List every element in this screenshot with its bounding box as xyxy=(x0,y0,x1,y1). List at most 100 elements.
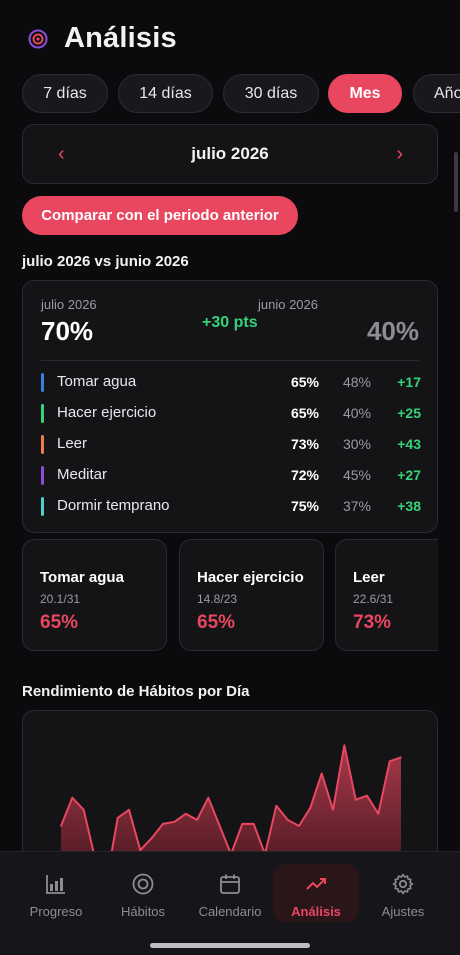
habit-previous-pct: 30% xyxy=(342,436,371,452)
habit-compare-row: Meditar 72% 45% +27 xyxy=(41,465,421,487)
habit-card[interactable]: Hacer ejercicio 14.8/23 65% xyxy=(179,539,324,651)
chart-point-day-18 xyxy=(252,823,255,825)
chip-7-dias[interactable]: 7 días xyxy=(22,74,108,113)
nav-label: Ajustes xyxy=(381,904,425,919)
chart-point-day-11 xyxy=(173,821,176,823)
chart-point-day-14 xyxy=(207,796,210,799)
habit-card[interactable]: Tomar agua 20.1/31 65% xyxy=(22,539,167,651)
chip-14-dias[interactable]: 14 días xyxy=(118,74,213,113)
habit-previous-pct: 40% xyxy=(342,405,371,421)
habit-card-pct: 73% xyxy=(353,612,392,633)
area-chart xyxy=(60,744,402,869)
chart-point-day-22 xyxy=(298,825,300,827)
habit-color-bar xyxy=(41,404,44,423)
nav-tab-habitos[interactable]: Hábitos xyxy=(100,864,186,922)
nav-label: Hábitos xyxy=(120,904,166,919)
chart-point-day-20 xyxy=(275,805,278,807)
page-title: Análisis xyxy=(64,22,177,54)
chart-point-day-3 xyxy=(82,809,85,811)
chart-point-day-24 xyxy=(320,772,323,775)
app-header: Análisis xyxy=(0,0,460,76)
scrollbar[interactable] xyxy=(454,152,458,212)
target-icon xyxy=(132,873,154,895)
chart-point-day-25 xyxy=(332,809,334,811)
month-title: julio 2026 xyxy=(191,144,269,163)
comparison-section-title: julio 2026 vs junio 2026 xyxy=(22,253,189,270)
habit-color-bar xyxy=(41,373,44,392)
habit-current-pct: 72% xyxy=(290,467,319,483)
home-indicator[interactable] xyxy=(150,943,310,948)
chart-point-day-30 xyxy=(388,760,391,763)
habit-compare-row: Tomar agua 65% 48% +17 xyxy=(41,372,421,394)
habit-card[interactable]: Leer 22.6/31 73% xyxy=(335,539,438,651)
habit-card-title: Hacer ejercicio xyxy=(197,569,304,586)
habit-name: Hacer ejercicio xyxy=(57,404,157,421)
habit-card-pct: 65% xyxy=(40,612,79,633)
gear-icon xyxy=(392,873,414,895)
chart-point-day-21 xyxy=(286,819,289,821)
nav-tab-analisis[interactable]: Análisis xyxy=(273,864,359,922)
habit-current-pct: 73% xyxy=(290,436,319,452)
calendar-icon xyxy=(220,874,240,894)
habit-color-bar xyxy=(41,435,44,454)
habit-diff: +38 xyxy=(397,498,421,514)
compare-period-button[interactable]: Comparar con el periodo anterior xyxy=(22,196,298,235)
habit-compare-row: Leer 73% 30% +43 xyxy=(41,434,421,456)
habit-diff: +25 xyxy=(397,405,421,421)
chart-section-title: Rendimiento de Hábitos por Día xyxy=(22,683,250,700)
chart-point-day-10 xyxy=(162,823,164,825)
habit-name: Leer xyxy=(57,435,88,452)
previous-period-label: junio 2026 xyxy=(258,297,318,312)
month-navigator: ‹ julio 2026 › xyxy=(22,124,438,184)
chart-point-day-6 xyxy=(116,817,119,819)
previous-period-value: 40% xyxy=(366,316,419,346)
habit-card-sub: 20.1/31 xyxy=(40,592,81,606)
nav-label: Calendario xyxy=(198,904,262,919)
chart-point-day-28 xyxy=(366,794,368,797)
current-period-label: julio 2026 xyxy=(41,297,97,312)
chart-point-day-26 xyxy=(343,744,346,746)
nav-tab-calendario[interactable]: Calendario xyxy=(187,864,273,922)
comparison-card: julio 2026 70% +30 pts junio 2026 40% To… xyxy=(22,280,438,533)
habit-cards-carousel[interactable]: Tomar agua 20.1/31 65% Hacer ejercicio 1… xyxy=(22,539,438,651)
habit-card-sub: 14.8/23 xyxy=(197,592,238,606)
chart-point-day-17 xyxy=(241,823,244,825)
chart-point-day-27 xyxy=(354,798,357,801)
nav-label: Análisis xyxy=(291,904,341,919)
target-icon xyxy=(28,29,48,49)
habit-card-pct: 65% xyxy=(197,612,236,633)
habit-diff: +27 xyxy=(397,467,421,483)
chart-point-day-7 xyxy=(128,809,130,811)
habit-compare-row: Hacer ejercicio 65% 40% +25 xyxy=(41,403,421,425)
nav-tab-ajustes[interactable]: Ajustes xyxy=(360,864,446,922)
chip-30-dias[interactable]: 30 días xyxy=(223,74,319,113)
chart-point-day-2 xyxy=(71,796,74,799)
habit-current-pct: 65% xyxy=(290,405,319,421)
trend-icon xyxy=(306,878,326,890)
chip-ano[interactable]: Año xyxy=(413,74,460,113)
habit-previous-pct: 48% xyxy=(342,374,371,390)
next-month-button[interactable]: › xyxy=(396,143,403,166)
bar-chart-icon xyxy=(46,875,65,894)
habit-color-bar xyxy=(41,497,44,516)
chip-mes[interactable]: Mes xyxy=(328,74,402,113)
current-period-value: 70% xyxy=(41,316,94,346)
habit-compare-row: Dormir temprano 75% 37% +38 xyxy=(41,496,421,518)
habit-diff: +43 xyxy=(397,436,421,452)
habit-previous-pct: 37% xyxy=(342,498,371,514)
chart-point-day-29 xyxy=(377,813,380,815)
nav-tab-progreso[interactable]: Progreso xyxy=(13,864,99,922)
habit-diff: +17 xyxy=(397,374,421,390)
habit-name: Meditar xyxy=(57,466,108,483)
chart-point-day-23 xyxy=(309,807,312,809)
habit-name: Dormir temprano xyxy=(57,497,170,514)
habit-card-sub: 22.6/31 xyxy=(353,592,394,606)
habit-previous-pct: 45% xyxy=(342,467,371,483)
daily-performance-chart xyxy=(22,710,438,870)
chart-point-day-9 xyxy=(150,837,153,839)
nav-label: Progreso xyxy=(29,904,83,919)
range-chip-row: 7 días 14 días 30 días Mes Año xyxy=(22,74,460,114)
habit-card-title: Leer xyxy=(353,569,385,586)
habit-name: Tomar agua xyxy=(57,373,137,390)
habit-card-title: Tomar agua xyxy=(40,569,124,586)
